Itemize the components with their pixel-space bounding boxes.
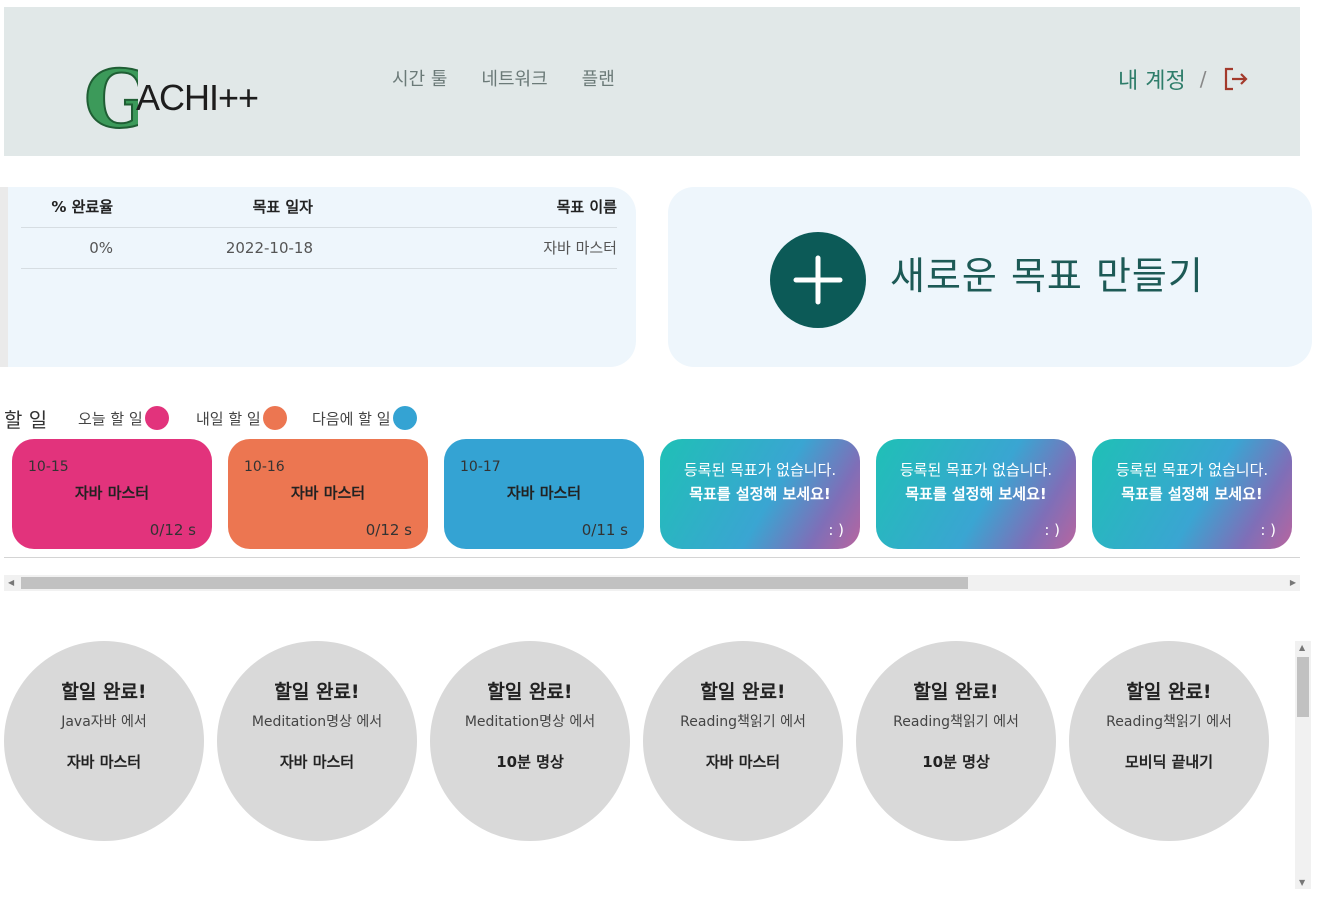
scroll-up-arrow-icon[interactable]: ▲ <box>1299 643 1305 652</box>
completed-goal: 자바 마스터 <box>279 753 355 771</box>
nav-plan[interactable]: 플랜 <box>582 65 615 91</box>
empty-goal-card[interactable]: 등록된 목표가 없습니다. 목표를 설정해 보세요! : ) <box>876 439 1076 549</box>
scrollbar-thumb[interactable] <box>21 577 968 589</box>
svg-text:G: G <box>84 57 138 135</box>
col-name: 목표 이름 <box>313 187 617 228</box>
completed-source: Reading책읽기 에서 <box>680 714 806 730</box>
cell-name: 자바 마스터 <box>313 227 617 269</box>
scroll-left-arrow-icon[interactable]: ◀ <box>8 578 14 587</box>
completed-title: 할일 완료! <box>274 681 360 703</box>
top-header: G ACHI++ 시간 툴 네트워크 플랜 내 계정 / <box>4 7 1300 156</box>
todo-card-strip: 10-15 자바 마스터 0/12 s 10-16 자바 마스터 0/12 s … <box>12 439 1292 549</box>
legend-tomorrow-dot <box>262 406 287 430</box>
todo-card-later[interactable]: 10-17 자바 마스터 0/11 s <box>444 439 644 549</box>
completed-title: 할일 완료! <box>61 681 147 703</box>
empty-card-smile: : ) <box>1044 521 1060 539</box>
empty-card-message: 등록된 목표가 없습니다. <box>683 461 837 479</box>
legend-tomorrow-label: 내일 할 일 <box>196 409 261 428</box>
my-account-link[interactable]: 내 계정 <box>1118 63 1186 95</box>
empty-card-prompt: 목표를 설정해 보세요! <box>1121 485 1263 503</box>
empty-card-prompt: 목표를 설정해 보세요! <box>905 485 1047 503</box>
scrollbar-thumb[interactable] <box>1297 657 1309 717</box>
legend-today: 오늘 할 일 <box>78 406 169 430</box>
empty-card-message: 등록된 목표가 없습니다. <box>1115 461 1269 479</box>
card-date: 10-16 <box>244 459 285 475</box>
legend-later: 다음에 할 일 <box>312 406 417 430</box>
card-progress: 0/12 s <box>365 521 412 539</box>
completed-title: 할일 완료! <box>487 681 573 703</box>
completed-goal: 10분 명상 <box>496 753 564 771</box>
new-goal-label: 새로운 목표 만들기 <box>890 254 1204 298</box>
completed-title: 할일 완료! <box>1126 681 1212 703</box>
card-progress: 0/12 s <box>149 521 196 539</box>
legend-later-label: 다음에 할 일 <box>312 409 391 428</box>
logo-text: ACHI++ <box>136 77 259 118</box>
goal-table-panel: % 완료율 목표 일자 목표 이름 0% 2022-10-18 자바 마스터 <box>0 187 636 367</box>
legend-later-dot <box>392 406 417 430</box>
todo-card-today[interactable]: 10-15 자바 마스터 0/12 s <box>12 439 212 549</box>
completed-goal: 자바 마스터 <box>66 753 142 771</box>
main-nav: 시간 툴 네트워크 플랜 <box>392 65 615 91</box>
card-date: 10-17 <box>460 459 501 475</box>
todo-card-tomorrow[interactable]: 10-16 자바 마스터 0/12 s <box>228 439 428 549</box>
completed-source: Java자바 에서 <box>61 714 147 730</box>
new-goal-button[interactable]: 새로운 목표 만들기 <box>668 187 1312 367</box>
legend-today-label: 오늘 할 일 <box>78 409 143 428</box>
gachi-logo[interactable]: G ACHI++ <box>82 57 282 137</box>
completed-item[interactable]: 할일 완료! Java자바 에서 자바 마스터 <box>4 641 204 841</box>
legend-today-dot <box>144 406 169 430</box>
completed-goal: 자바 마스터 <box>705 753 781 771</box>
nav-time-tool[interactable]: 시간 툴 <box>392 65 447 91</box>
empty-card-prompt: 목표를 설정해 보세요! <box>689 485 831 503</box>
logout-icon[interactable] <box>1222 65 1250 93</box>
scroll-right-arrow-icon[interactable]: ▶ <box>1290 578 1296 587</box>
todo-title: 할 일 <box>4 408 48 432</box>
goal-table-header: % 완료율 목표 일자 목표 이름 <box>21 187 617 228</box>
goal-table-scrollbar[interactable] <box>0 187 8 367</box>
cell-date: 2022-10-18 <box>113 227 313 269</box>
empty-card-smile: : ) <box>828 521 844 539</box>
col-percent: % 완료율 <box>21 187 113 228</box>
cards-divider <box>4 557 1300 558</box>
completed-title: 할일 완료! <box>913 681 999 703</box>
table-row[interactable]: 0% 2022-10-18 자바 마스터 <box>21 227 617 269</box>
completed-list: 할일 완료! Java자바 에서 자바 마스터 할일 완료! Meditatio… <box>4 641 1269 841</box>
empty-card-message: 등록된 목표가 없습니다. <box>899 461 1053 479</box>
card-goal-name: 자바 마스터 <box>74 484 150 502</box>
nav-network[interactable]: 네트워크 <box>481 65 547 91</box>
cards-horizontal-scrollbar[interactable]: ◀ ▶ <box>4 575 1300 591</box>
card-goal-name: 자바 마스터 <box>506 484 582 502</box>
completed-item[interactable]: 할일 완료! Reading책읽기 에서 모비딕 끝내기 <box>1069 641 1269 841</box>
completed-source: Meditation명상 에서 <box>464 714 596 730</box>
completed-item[interactable]: 할일 완료! Reading책읽기 에서 자바 마스터 <box>643 641 843 841</box>
completed-source: Meditation명상 에서 <box>251 714 383 730</box>
col-date: 목표 일자 <box>113 187 313 228</box>
plus-icon <box>770 232 866 328</box>
completed-source: Reading책읽기 에서 <box>1106 714 1232 730</box>
empty-card-smile: : ) <box>1260 521 1276 539</box>
card-date: 10-15 <box>28 459 69 475</box>
account-separator: / <box>1199 67 1207 91</box>
completed-vertical-scrollbar[interactable]: ▲ ▼ <box>1295 641 1311 889</box>
completed-goal: 모비딕 끝내기 <box>1124 753 1214 771</box>
completed-item[interactable]: 할일 완료! Reading책읽기 에서 10분 명상 <box>856 641 1056 841</box>
legend-tomorrow: 내일 할 일 <box>196 406 287 430</box>
completed-source: Reading책읽기 에서 <box>893 714 1019 730</box>
completed-item[interactable]: 할일 완료! Meditation명상 에서 자바 마스터 <box>217 641 417 841</box>
completed-item[interactable]: 할일 완료! Meditation명상 에서 10분 명상 <box>430 641 630 841</box>
cell-percent: 0% <box>21 227 113 269</box>
scroll-down-arrow-icon[interactable]: ▼ <box>1299 878 1305 887</box>
card-goal-name: 자바 마스터 <box>290 484 366 502</box>
account-area: 내 계정 / <box>1118 63 1250 95</box>
card-progress: 0/11 s <box>581 521 628 539</box>
completed-title: 할일 완료! <box>700 681 786 703</box>
logo-g-mark: G <box>83 57 138 135</box>
goal-table: % 완료율 목표 일자 목표 이름 0% 2022-10-18 자바 마스터 <box>21 187 617 269</box>
empty-goal-card[interactable]: 등록된 목표가 없습니다. 목표를 설정해 보세요! : ) <box>660 439 860 549</box>
empty-goal-card[interactable]: 등록된 목표가 없습니다. 목표를 설정해 보세요! : ) <box>1092 439 1292 549</box>
completed-goal: 10분 명상 <box>922 753 990 771</box>
